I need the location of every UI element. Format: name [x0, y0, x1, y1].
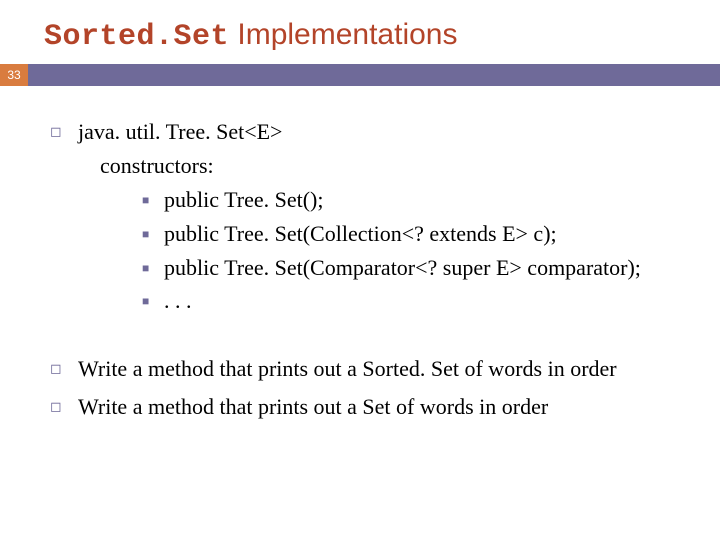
title-rest-part: Implementations: [229, 18, 457, 51]
list-text: public Tree. Set();: [164, 184, 680, 216]
list-item: ◻ Write a method that prints out a Set o…: [50, 391, 680, 423]
list-text: java. util. Tree. Set<E>: [78, 116, 680, 148]
hollow-square-icon: ◻: [50, 391, 78, 423]
filled-square-icon: ■: [142, 184, 164, 216]
header-bar-fill: [28, 64, 720, 86]
page-number: 33: [0, 64, 28, 86]
filled-square-icon: ■: [142, 285, 164, 317]
list-text: Write a method that prints out a Sorted.…: [78, 353, 680, 385]
slide-body: ◻ java. util. Tree. Set<E> constructors:…: [0, 86, 720, 423]
list-item: ■ public Tree. Set(Collection<? extends …: [50, 218, 680, 250]
filled-square-icon: ■: [142, 218, 164, 250]
list-text: . . .: [164, 285, 680, 317]
list-text: Write a method that prints out a Set of …: [78, 391, 680, 423]
hollow-square-icon: ◻: [50, 353, 78, 385]
list-item: ■ . . .: [50, 285, 680, 317]
header-bar: 33: [0, 64, 720, 86]
sub-text: constructors:: [50, 150, 680, 182]
list-text: public Tree. Set(Collection<? extends E>…: [164, 218, 680, 250]
list-item: ■ public Tree. Set(Comparator<? super E>…: [50, 252, 680, 284]
filled-square-icon: ■: [142, 252, 164, 284]
list-text: public Tree. Set(Comparator<? super E> c…: [164, 252, 680, 284]
list-item: ■ public Tree. Set();: [50, 184, 680, 216]
title-code-part: Sorted.Set: [44, 20, 229, 54]
list-item: ◻ Write a method that prints out a Sorte…: [50, 353, 680, 385]
hollow-square-icon: ◻: [50, 116, 78, 148]
slide-title: Sorted.Set Implementations: [0, 0, 720, 64]
list-item: ◻ java. util. Tree. Set<E>: [50, 116, 680, 148]
